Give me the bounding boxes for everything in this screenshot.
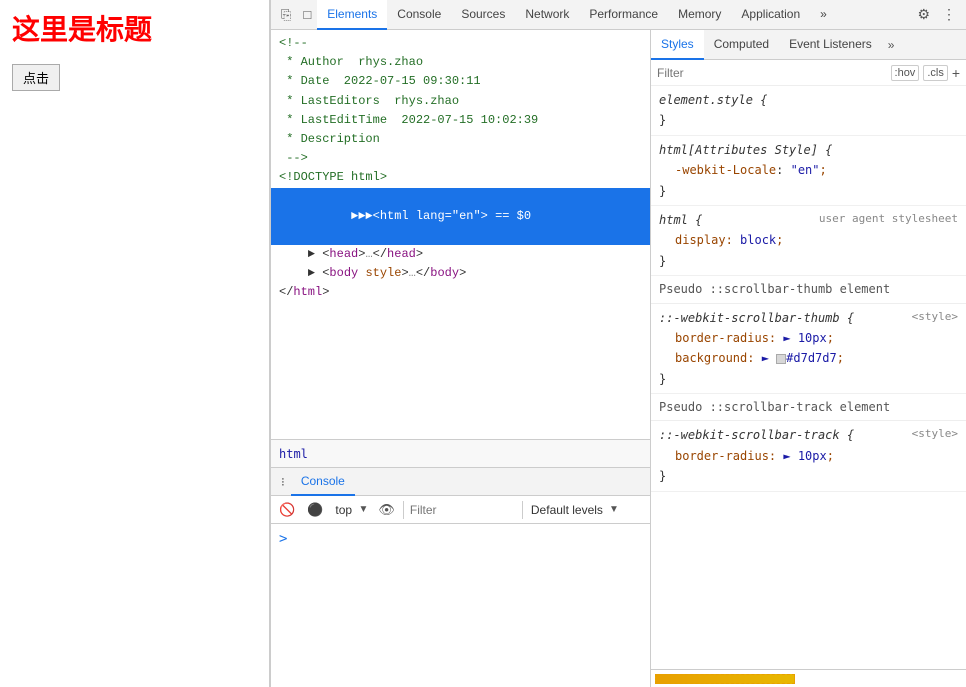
pseudo-header-scrollbar-track: Pseudo ::scrollbar-track element (651, 394, 966, 421)
devtools-panel: ⎘ □ Elements Console Sources Network Per… (270, 0, 966, 687)
clear-console-icon[interactable]: 🚫 (275, 500, 299, 520)
html-line: ► <head>…</head> (271, 245, 650, 264)
devtools-main-area: <!-- * Author rhys.zhao * Date 2022-07-1… (271, 30, 966, 687)
style-prop-border-radius: border-radius: ► 10px; (675, 328, 958, 348)
block-icon[interactable]: ⚫ (303, 500, 327, 520)
html-line: * Author rhys.zhao (271, 53, 650, 72)
pseudo-header-scrollbar-thumb: Pseudo ::scrollbar-thumb element (651, 276, 966, 303)
style-closing-brace: } (659, 181, 958, 201)
console-tab-bar: ⁝ Console (271, 468, 650, 496)
tab-network[interactable]: Network (515, 0, 579, 30)
color-bar-container (651, 669, 966, 687)
tab-event-listeners[interactable]: Event Listeners (779, 30, 882, 60)
style-rule-element: element.style { } (651, 86, 966, 136)
more-options-icon[interactable]: ⋮ (936, 2, 962, 27)
style-closing-brace: } (659, 369, 958, 389)
default-levels-button[interactable]: Default levels (527, 502, 607, 518)
elements-content[interactable]: <!-- * Author rhys.zhao * Date 2022-07-1… (271, 30, 650, 439)
style-prop-border-radius: border-radius: ► 10px; (675, 446, 958, 466)
console-prompt[interactable]: > (279, 528, 642, 550)
console-levels-wrap: Default levels ▼ (527, 502, 619, 518)
console-tab-icon[interactable]: ⁝ (275, 473, 291, 491)
styles-tab-bar: Styles Computed Event Listeners » (651, 30, 966, 60)
style-source: <style> (912, 308, 958, 327)
add-style-button[interactable]: + (952, 65, 960, 81)
style-rule-html-attr: html[Attributes Style] { -webkit-Locale:… (651, 136, 966, 206)
style-prop: display: block; (675, 230, 958, 250)
inspect-icon[interactable]: □ (297, 3, 317, 26)
style-source: <style> (912, 425, 958, 444)
html-line: * Date 2022-07-15 09:30:11 (271, 72, 650, 91)
devtools-tab-bar: ⎘ □ Elements Console Sources Network Per… (271, 0, 966, 30)
tab-sources[interactable]: Sources (451, 0, 515, 30)
cls-button[interactable]: .cls (923, 65, 948, 81)
tab-application[interactable]: Application (731, 0, 810, 30)
html-line: * LastEditTime 2022-07-15 10:02:39 (271, 111, 650, 130)
tab-more[interactable]: » (810, 0, 837, 30)
breadcrumb-html[interactable]: html (279, 447, 308, 461)
style-selector: element.style { (659, 90, 958, 110)
style-source: user agent stylesheet (819, 210, 958, 229)
style-selector: ::-webkit-scrollbar-track { <style> (659, 425, 958, 445)
elements-panel: <!-- * Author rhys.zhao * Date 2022-07-1… (271, 30, 651, 687)
styles-tab-more-icon[interactable]: » (882, 34, 901, 56)
tab-performance[interactable]: Performance (579, 0, 668, 30)
tab-computed[interactable]: Computed (704, 30, 779, 60)
style-selector: html { user agent stylesheet (659, 210, 958, 230)
html-selected-line[interactable]: ►►►<html lang="en"> == $0 (271, 188, 650, 246)
tab-console-bottom[interactable]: Console (291, 468, 355, 496)
style-closing-brace: } (659, 110, 958, 130)
html-line: ► <body style>…</body> (271, 264, 650, 283)
style-rule-scrollbar-thumb: ::-webkit-scrollbar-thumb { <style> bord… (651, 304, 966, 395)
html-line: * Description (271, 130, 650, 149)
style-selector: ::-webkit-scrollbar-thumb { <style> (659, 308, 958, 328)
page-title: 这里是标题 (0, 0, 269, 56)
top-select-wrap: top ▼ (331, 502, 370, 518)
style-rule-html-ua: html { user agent stylesheet display: bl… (651, 206, 966, 276)
style-closing-brace: } (659, 466, 958, 486)
styles-panel: Styles Computed Event Listeners » :hov .… (651, 30, 966, 687)
html-line: --> (271, 149, 650, 168)
style-prop-background: background: ► #d7d7d7; (675, 348, 958, 368)
styles-filter-input[interactable] (657, 66, 887, 80)
console-filter-input[interactable] (403, 501, 523, 519)
styles-content: element.style { } html[Attributes Style]… (651, 86, 966, 669)
click-button[interactable]: 点击 (12, 64, 60, 91)
elements-breadcrumb: html (271, 439, 650, 467)
html-line: </html> (271, 283, 650, 302)
context-select[interactable]: top (331, 502, 370, 518)
tab-console[interactable]: Console (387, 0, 451, 30)
style-prop: -webkit-Locale: "en"; (675, 160, 958, 180)
hov-button[interactable]: :hov (891, 65, 920, 81)
console-content: > (271, 524, 650, 687)
tab-elements[interactable]: Elements (317, 0, 387, 30)
style-closing-brace: } (659, 251, 958, 271)
cursor-icon[interactable]: ⎘ (275, 3, 297, 27)
color-bar (655, 674, 795, 684)
html-line: * LastEditors rhys.zhao (271, 92, 650, 111)
page-area: 这里是标题 点击 (0, 0, 270, 687)
settings-icon[interactable]: ⚙ (911, 2, 936, 27)
levels-arrow-icon: ▼ (609, 504, 619, 515)
styles-filter-row: :hov .cls + (651, 60, 966, 86)
html-line: <!DOCTYPE html> (271, 168, 650, 187)
console-panel: ⁝ Console 🚫 ⚫ top ▼ 👁 (271, 467, 650, 687)
eye-icon[interactable]: 👁 (374, 500, 399, 520)
html-line: <!-- (271, 34, 650, 53)
style-selector: html[Attributes Style] { (659, 140, 958, 160)
style-rule-scrollbar-track: ::-webkit-scrollbar-track { <style> bord… (651, 421, 966, 491)
tab-memory[interactable]: Memory (668, 0, 731, 30)
console-toolbar: 🚫 ⚫ top ▼ 👁 Default levels ▼ (271, 496, 650, 524)
tab-styles[interactable]: Styles (651, 30, 704, 60)
